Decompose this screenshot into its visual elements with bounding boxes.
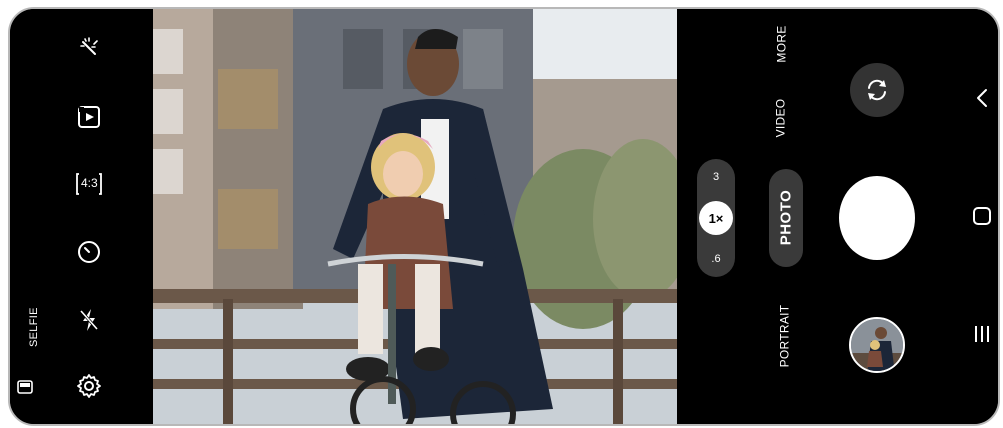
- mode-video[interactable]: VIDEO: [773, 99, 787, 138]
- mode-photo-label: PHOTO: [777, 189, 795, 246]
- home-button[interactable]: [969, 203, 995, 229]
- settings-gear-icon[interactable]: [74, 371, 104, 401]
- aspect-ratio-label: 4:3: [81, 176, 98, 190]
- back-button[interactable]: [969, 85, 995, 111]
- gallery-thumbnail[interactable]: [849, 317, 905, 373]
- camera-flip-icon: [868, 79, 886, 101]
- viewfinder-scene: [153, 9, 677, 424]
- flash-off-icon[interactable]: [74, 305, 104, 335]
- shutter-button[interactable]: [839, 176, 915, 260]
- recents-button[interactable]: [969, 321, 995, 347]
- camera-flip-button[interactable]: [850, 63, 904, 117]
- zoom-option-1x-selected[interactable]: 1×: [699, 201, 733, 235]
- timer-icon[interactable]: [74, 237, 104, 267]
- zoom-option-3x[interactable]: 3: [697, 171, 735, 183]
- right-controls-panel: 3 1× .6 MORE VIDEO PHOTO PORTRAIT: [677, 9, 998, 424]
- back-icon: [977, 89, 987, 107]
- mode-portrait[interactable]: PORTRAIT: [777, 305, 791, 368]
- phone-frame: 4:3 SELFIE 3 1× .6 MORE VIDEO PHOTO PORT…: [8, 7, 1000, 426]
- magic-wand-icon[interactable]: [74, 33, 104, 63]
- selfie-label: SELFIE: [28, 307, 40, 347]
- mode-more[interactable]: MORE: [775, 25, 789, 62]
- recents-icon: [975, 326, 989, 342]
- selfie-camera-icon: [17, 380, 33, 394]
- gallery-thumbnail-image: [851, 319, 903, 371]
- zoom-option-0-6x[interactable]: .6: [697, 253, 735, 265]
- aspect-ratio-icon[interactable]: 4:3: [74, 169, 104, 199]
- zoom-selector: 3 1× .6: [697, 159, 735, 277]
- motion-photo-icon[interactable]: [74, 102, 104, 132]
- left-toolbar: 4:3 SELFIE: [10, 9, 153, 424]
- home-icon: [973, 207, 991, 225]
- camera-viewfinder[interactable]: [153, 9, 677, 424]
